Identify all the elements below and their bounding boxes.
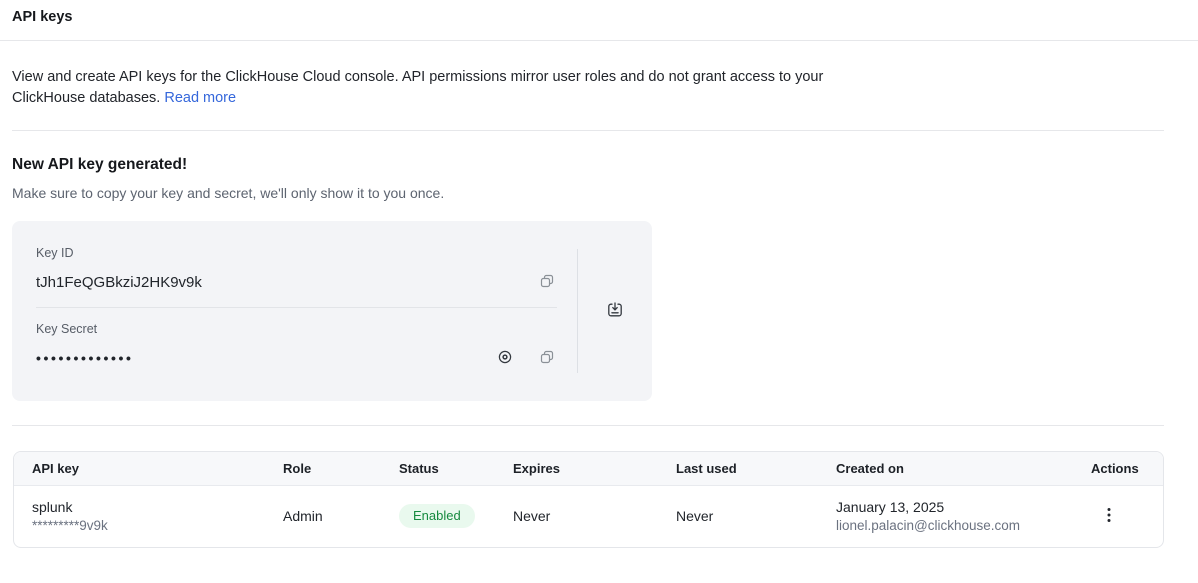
cell-api-key: splunk *********9v9k (14, 485, 283, 547)
key-secret-field: Key Secret ••••••••••••• (36, 322, 557, 371)
key-secret-label: Key Secret (36, 322, 557, 337)
cell-actions (1091, 485, 1163, 547)
download-key-button[interactable] (604, 299, 626, 324)
new-key-title: New API key generated! (12, 155, 1186, 174)
cell-created-on: January 13, 2025 lionel.palacin@clickhou… (836, 485, 1091, 547)
column-header-role: Role (283, 452, 399, 485)
column-header-status: Status (399, 452, 513, 485)
new-key-subtitle: Make sure to copy your key and secret, w… (12, 185, 1186, 202)
api-keys-table: API key Role Status Expires Last used Cr… (13, 451, 1164, 548)
description-body: View and create API keys for the ClickHo… (12, 69, 823, 106)
column-header-expires: Expires (513, 452, 676, 485)
page-title: API keys (12, 8, 1186, 26)
row-actions-button[interactable] (1099, 503, 1119, 530)
key-card-side (578, 221, 652, 401)
key-card: Key ID tJh1FeQGBkziJ2HK9v9k (12, 221, 652, 401)
table-header-row: API key Role Status Expires Last used Cr… (14, 452, 1163, 485)
cell-role: Admin (283, 485, 399, 547)
cell-expires: Never (513, 485, 676, 547)
key-id-value: tJh1FeQGBkziJ2HK9v9k (36, 274, 202, 291)
download-icon (606, 301, 624, 322)
column-header-actions: Actions (1091, 452, 1163, 485)
key-id-label: Key ID (36, 246, 557, 261)
read-more-link[interactable]: Read more (164, 90, 236, 106)
section-divider (12, 425, 1164, 426)
created-by-email: lionel.palacin@clickhouse.com (836, 517, 1091, 535)
copy-icon (539, 273, 555, 292)
eye-icon (497, 349, 513, 368)
key-secret-masked: ••••••••••••• (36, 350, 134, 366)
api-key-masked: *********9v9k (32, 517, 283, 535)
column-header-api-key: API key (14, 452, 283, 485)
created-date: January 13, 2025 (836, 498, 1091, 517)
column-header-last-used: Last used (676, 452, 836, 485)
table-row: splunk *********9v9k Admin Enabled Never… (14, 485, 1163, 547)
new-key-section: New API key generated! Make sure to copy… (0, 155, 1198, 401)
api-key-name: splunk (32, 498, 283, 517)
reveal-secret-button[interactable] (495, 347, 515, 370)
status-badge: Enabled (399, 504, 475, 528)
copy-icon (539, 349, 555, 368)
key-id-field: Key ID tJh1FeQGBkziJ2HK9v9k (36, 246, 557, 295)
section-divider (12, 130, 1164, 131)
key-card-fields: Key ID tJh1FeQGBkziJ2HK9v9k (12, 221, 577, 401)
key-card-divider (36, 307, 557, 308)
cell-status: Enabled (399, 485, 513, 547)
description-text: View and create API keys for the ClickHo… (12, 67, 830, 109)
api-keys-page: API keys View and create API keys for th… (0, 0, 1198, 548)
copy-key-id-button[interactable] (537, 271, 557, 294)
cell-last-used: Never (676, 485, 836, 547)
page-header: API keys (0, 0, 1198, 41)
kebab-icon (1107, 507, 1111, 526)
copy-key-secret-button[interactable] (537, 347, 557, 370)
column-header-created-on: Created on (836, 452, 1091, 485)
